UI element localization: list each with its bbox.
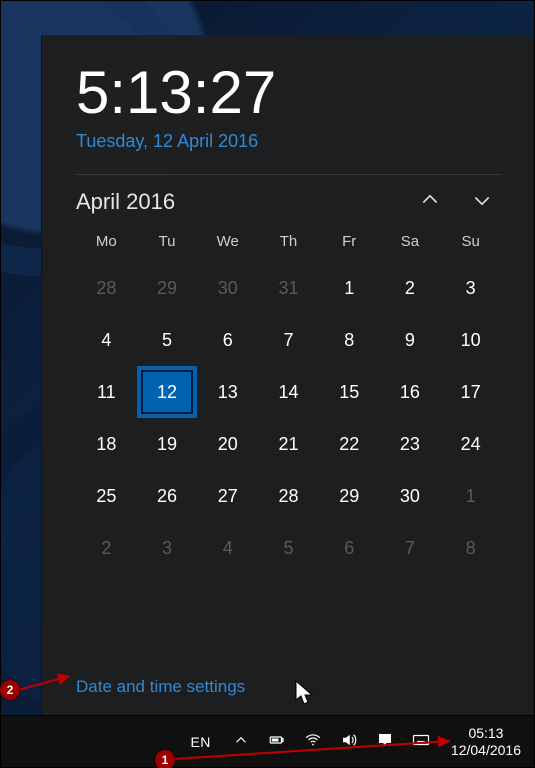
calendar-day[interactable]: 31 <box>258 262 319 314</box>
calendar-day[interactable]: 21 <box>258 418 319 470</box>
calendar-day[interactable]: 13 <box>197 366 258 418</box>
calendar-day[interactable]: 7 <box>380 522 441 574</box>
calendar-day[interactable]: 7 <box>258 314 319 366</box>
action-center-tray-icon[interactable] <box>369 716 401 768</box>
next-month-button[interactable] <box>469 189 495 215</box>
calendar-day[interactable]: 8 <box>319 314 380 366</box>
tray-overflow-button[interactable] <box>225 716 257 768</box>
date-time-flyout: 5:13:27 Tuesday, 12 April 2016 April 201… <box>41 35 535 715</box>
speaker-icon <box>340 731 358 754</box>
flyout-time: 5:13:27 <box>76 63 501 123</box>
calendar-day[interactable]: 1 <box>319 262 380 314</box>
chevron-up-icon <box>232 731 250 754</box>
calendar-day[interactable]: 30 <box>197 262 258 314</box>
date-time-settings-link[interactable]: Date and time settings <box>76 665 501 697</box>
calendar-day[interactable]: 9 <box>380 314 441 366</box>
calendar-day-today[interactable]: 12 <box>137 366 198 418</box>
calendar-day[interactable]: 16 <box>380 366 441 418</box>
taskbar-clock-time: 05:13 <box>468 725 503 743</box>
calendar-dow-header: Tu <box>137 229 198 254</box>
taskbar-clock-date: 12/04/2016 <box>451 742 521 760</box>
chevron-up-icon <box>420 190 440 215</box>
calendar-day[interactable]: 22 <box>319 418 380 470</box>
battery-tray-icon[interactable] <box>261 716 293 768</box>
notification-icon <box>376 731 394 754</box>
annotation-badge-2: 2 <box>0 680 20 700</box>
calendar-dow-header: We <box>197 229 258 254</box>
previous-month-button[interactable] <box>417 189 443 215</box>
calendar-day[interactable]: 15 <box>319 366 380 418</box>
language-indicator[interactable]: EN <box>180 716 220 768</box>
calendar-day[interactable]: 29 <box>137 262 198 314</box>
battery-icon <box>268 731 286 754</box>
calendar-dow-header: Sa <box>380 229 441 254</box>
calendar-day[interactable]: 30 <box>380 470 441 522</box>
annotation-badge-1: 1 <box>155 750 175 768</box>
touch-keyboard-tray-icon[interactable] <box>405 716 437 768</box>
calendar-day[interactable]: 28 <box>76 262 137 314</box>
calendar-dow-header: Mo <box>76 229 137 254</box>
calendar-day[interactable]: 26 <box>137 470 198 522</box>
calendar-day[interactable]: 25 <box>76 470 137 522</box>
calendar-day[interactable]: 6 <box>319 522 380 574</box>
divider <box>76 174 501 175</box>
volume-tray-icon[interactable] <box>333 716 365 768</box>
calendar-day[interactable]: 18 <box>76 418 137 470</box>
calendar-day[interactable]: 4 <box>76 314 137 366</box>
calendar-day[interactable]: 19 <box>137 418 198 470</box>
calendar-day[interactable]: 20 <box>197 418 258 470</box>
calendar-day[interactable]: 11 <box>76 366 137 418</box>
calendar-dow-header: Fr <box>319 229 380 254</box>
calendar-day[interactable]: 17 <box>440 366 501 418</box>
calendar-day[interactable]: 3 <box>440 262 501 314</box>
calendar-day[interactable]: 8 <box>440 522 501 574</box>
calendar-dow-header: Th <box>258 229 319 254</box>
calendar-day[interactable]: 2 <box>380 262 441 314</box>
calendar-dow-header: Su <box>440 229 501 254</box>
flyout-date: Tuesday, 12 April 2016 <box>76 131 501 152</box>
calendar-day[interactable]: 5 <box>137 314 198 366</box>
calendar-day[interactable]: 10 <box>440 314 501 366</box>
calendar-day[interactable]: 5 <box>258 522 319 574</box>
calendar-day[interactable]: 3 <box>137 522 198 574</box>
calendar-day[interactable]: 4 <box>197 522 258 574</box>
calendar-month-label[interactable]: April 2016 <box>76 189 175 215</box>
calendar-grid: MoTuWeThFrSaSu 2829303112345678910111213… <box>76 229 501 574</box>
calendar-day[interactable]: 14 <box>258 366 319 418</box>
taskbar-clock[interactable]: 05:13 12/04/2016 <box>441 716 527 768</box>
calendar-day[interactable]: 6 <box>197 314 258 366</box>
calendar-day[interactable]: 27 <box>197 470 258 522</box>
calendar-day[interactable]: 1 <box>440 470 501 522</box>
network-tray-icon[interactable] <box>297 716 329 768</box>
keyboard-icon <box>412 731 430 754</box>
calendar-day[interactable]: 24 <box>440 418 501 470</box>
calendar-day[interactable]: 28 <box>258 470 319 522</box>
wifi-icon <box>304 731 322 754</box>
calendar-day[interactable]: 23 <box>380 418 441 470</box>
calendar-day[interactable]: 2 <box>76 522 137 574</box>
taskbar: EN 05:13 12/04/2016 <box>0 715 535 768</box>
calendar-day[interactable]: 29 <box>319 470 380 522</box>
chevron-down-icon <box>472 190 492 215</box>
